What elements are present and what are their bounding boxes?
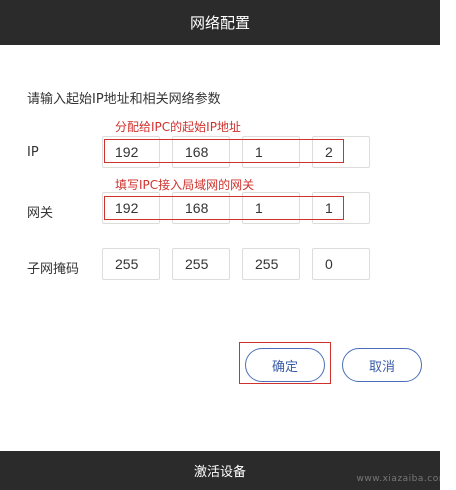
dialog-header: 网络配置 xyxy=(0,0,440,45)
ip-octet-2[interactable] xyxy=(172,136,230,168)
gateway-octet-2[interactable] xyxy=(172,192,230,224)
ip-octet-4[interactable] xyxy=(312,136,370,168)
gateway-label: 网关 xyxy=(27,206,54,221)
mask-octet-2[interactable] xyxy=(172,248,230,280)
mask-octet-1[interactable] xyxy=(102,248,160,280)
mask-octet-4[interactable] xyxy=(312,248,370,280)
ip-octet-3[interactable] xyxy=(242,136,300,168)
mask-label: 子网掩码 xyxy=(27,262,80,277)
activate-device-button[interactable]: 激活设备 xyxy=(0,451,440,490)
dialog-title: 网络配置 xyxy=(189,14,250,32)
right-edge xyxy=(440,0,456,490)
ip-annotation: 分配给IPC的起始IP地址 xyxy=(115,120,241,134)
mask-octet-3[interactable] xyxy=(242,248,300,280)
instruction-text: 请输入起始IP地址和相关网络参数 xyxy=(27,92,221,107)
watermark-text: www.xiazaiba.com xyxy=(356,474,448,484)
gateway-octet-1[interactable] xyxy=(102,192,160,224)
ip-octet-1[interactable] xyxy=(102,136,160,168)
confirm-button[interactable]: 确定 xyxy=(245,348,325,382)
gateway-octet-3[interactable] xyxy=(242,192,300,224)
cancel-button[interactable]: 取消 xyxy=(342,348,422,382)
gateway-octet-4[interactable] xyxy=(312,192,370,224)
ip-label: IP xyxy=(27,145,39,160)
gateway-annotation: 填写IPC接入局域网的网关 xyxy=(115,178,255,192)
activate-device-label: 激活设备 xyxy=(193,465,246,480)
